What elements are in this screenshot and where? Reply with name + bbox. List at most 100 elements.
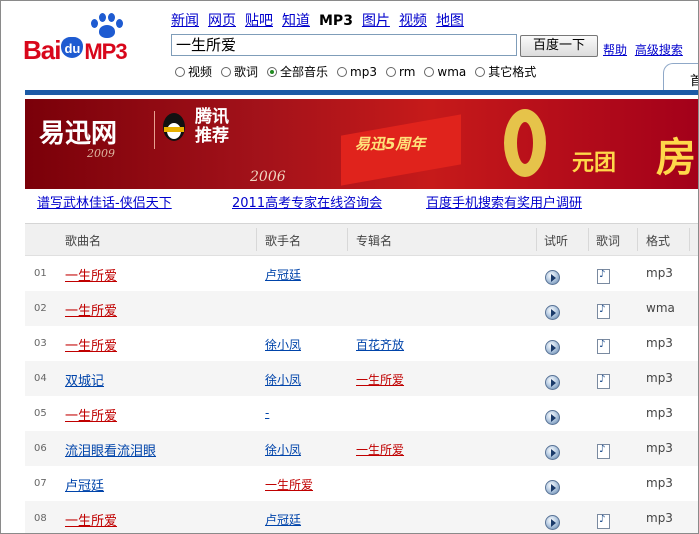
nav-map[interactable]: 地图 [436, 13, 464, 29]
nav-web[interactable]: 网页 [208, 13, 236, 29]
ad-link-2[interactable]: 2011高考专家在线咨询会 [232, 192, 382, 211]
help-link[interactable]: 帮助 [603, 43, 627, 57]
filter-wma[interactable]: wma [424, 63, 466, 80]
play-icon[interactable] [545, 305, 560, 320]
song-link[interactable]: 卢冠廷 [65, 475, 104, 494]
play-icon[interactable] [545, 515, 560, 530]
play-icon[interactable] [545, 445, 560, 460]
album-link[interactable]: 一生所爱 [356, 441, 404, 458]
table-row: 03 一生所爱 徐小凤 百花齐放 mp3 [25, 326, 698, 361]
table-row: 06 流泪眼看流泪眼 徐小凤 一生所爱 mp3 [25, 431, 698, 466]
logo-text-du: du [61, 37, 84, 58]
artist-link[interactable]: 徐小凤 [265, 441, 301, 458]
filter-video[interactable]: 视频 [175, 63, 212, 80]
play-icon[interactable] [545, 375, 560, 390]
table-row: 01 一生所爱 卢冠廷 mp3 [25, 256, 698, 291]
banner-flag-text: 易迅5周年 [355, 135, 426, 153]
table-header: 歌曲名 歌手名 专辑名 试听 歌词 格式 [25, 223, 698, 256]
song-link[interactable]: 一生所爱 [65, 335, 117, 354]
row-number: 03 [34, 338, 47, 349]
play-icon[interactable] [545, 340, 560, 355]
artist-link[interactable]: 卢冠廷 [265, 266, 301, 283]
header-artist: 歌手名 [265, 234, 302, 248]
header-listen: 试听 [544, 234, 569, 248]
results-table: 歌曲名 歌手名 专辑名 试听 歌词 格式 01一生所爱卢冠廷mp302一生所爱w… [25, 223, 698, 533]
nav-images[interactable]: 图片 [362, 13, 390, 29]
format-label: mp3 [646, 371, 673, 385]
banner-ad[interactable]: 易迅网 2009 腾讯 推荐 2006 易迅5周年 元团 房 [25, 99, 698, 189]
nav-news[interactable]: 新闻 [171, 13, 199, 29]
banner-partner: 腾讯 推荐 [195, 107, 229, 146]
row-number: 08 [34, 513, 47, 524]
banner-yuan-tuan: 元团 [572, 151, 617, 176]
search-button[interactable]: 百度一下 [520, 35, 598, 57]
format-label: mp3 [646, 336, 673, 350]
song-link[interactable]: 一生所爱 [65, 405, 117, 424]
search-input[interactable]: 一生所爱 [171, 34, 517, 56]
table-body: 01一生所爱卢冠廷mp302一生所爱wma03一生所爱徐小凤百花齐放mp304双… [25, 256, 698, 533]
radio-selected-icon [267, 66, 278, 77]
lyrics-icon[interactable] [597, 374, 610, 389]
table-row: 04 双城记 徐小凤 一生所爱 mp3 [25, 361, 698, 396]
radio-icon [175, 66, 185, 77]
play-icon[interactable] [545, 480, 560, 495]
lyrics-icon[interactable] [597, 339, 610, 354]
nav-video[interactable]: 视频 [399, 13, 427, 29]
header-album: 专辑名 [356, 234, 393, 248]
row-number: 07 [34, 478, 47, 489]
logo-text-bai: Bai [23, 35, 61, 65]
banner-year-2009: 2009 [87, 147, 115, 160]
banner-tail-text: 房 [656, 135, 696, 181]
logo-text-mp3: MP3 [84, 39, 127, 64]
baidu-mp3-logo[interactable]: Bai du MP3 [23, 13, 163, 69]
header-lyrics: 歌词 [596, 234, 621, 248]
nav-mp3-current: MP3 [319, 13, 353, 29]
filter-mp3[interactable]: mp3 [337, 63, 377, 80]
play-icon[interactable] [545, 410, 560, 425]
banner-year-2006: 2006 [250, 169, 286, 185]
nav-zhidao[interactable]: 知道 [282, 13, 310, 29]
qq-penguin-icon [160, 113, 188, 145]
header-format: 格式 [646, 234, 671, 248]
tab-home[interactable]: 首 [663, 63, 698, 91]
column-divider [347, 228, 348, 251]
album-link[interactable]: 百花齐放 [356, 336, 404, 353]
format-label: wma [646, 301, 675, 315]
table-row: 05 一生所爱 - mp3 [25, 396, 698, 431]
filter-other[interactable]: 其它格式 [475, 63, 536, 80]
artist-link[interactable]: 一生所爱 [265, 476, 313, 493]
song-link[interactable]: 一生所爱 [65, 300, 117, 319]
ad-link-1[interactable]: 谱写武林佳话-侠侣天下 [37, 192, 172, 211]
artist-link[interactable]: 卢冠廷 [265, 511, 301, 528]
advanced-search-link[interactable]: 高级搜索 [635, 43, 683, 57]
column-divider [689, 228, 690, 251]
song-link[interactable]: 双城记 [65, 370, 104, 389]
column-divider [637, 228, 638, 251]
artist-link[interactable]: - [265, 406, 269, 420]
row-number: 02 [34, 303, 47, 314]
top-nav: 新闻 网页 贴吧 知道 MP3 图片 视频 地图 [171, 10, 473, 30]
artist-link[interactable]: 徐小凤 [265, 371, 301, 388]
song-link[interactable]: 流泪眼看流泪眼 [65, 440, 156, 459]
album-link[interactable]: 一生所爱 [356, 371, 404, 388]
song-link[interactable]: 一生所爱 [65, 265, 117, 284]
song-link[interactable]: 一生所爱 [65, 510, 117, 529]
lyrics-icon[interactable] [597, 269, 610, 284]
row-number: 04 [34, 373, 47, 384]
filter-rm[interactable]: rm [386, 63, 415, 80]
artist-link[interactable]: 徐小凤 [265, 336, 301, 353]
banner-divider [154, 111, 155, 149]
ad-link-3[interactable]: 百度手机搜索有奖用户调研 [426, 192, 582, 211]
lyrics-icon[interactable] [597, 444, 610, 459]
table-row: 07 卢冠廷 一生所爱 mp3 [25, 466, 698, 501]
format-label: mp3 [646, 441, 673, 455]
lyrics-icon[interactable] [597, 514, 610, 529]
play-icon[interactable] [545, 270, 560, 285]
filter-lyrics[interactable]: 歌词 [221, 63, 258, 80]
nav-tieba[interactable]: 贴吧 [245, 13, 273, 29]
radio-icon [386, 66, 396, 77]
banner-brand: 易迅网 [39, 119, 118, 149]
filter-all-music[interactable]: 全部音乐 [267, 63, 328, 80]
column-divider [588, 228, 589, 251]
lyrics-icon[interactable] [597, 304, 610, 319]
